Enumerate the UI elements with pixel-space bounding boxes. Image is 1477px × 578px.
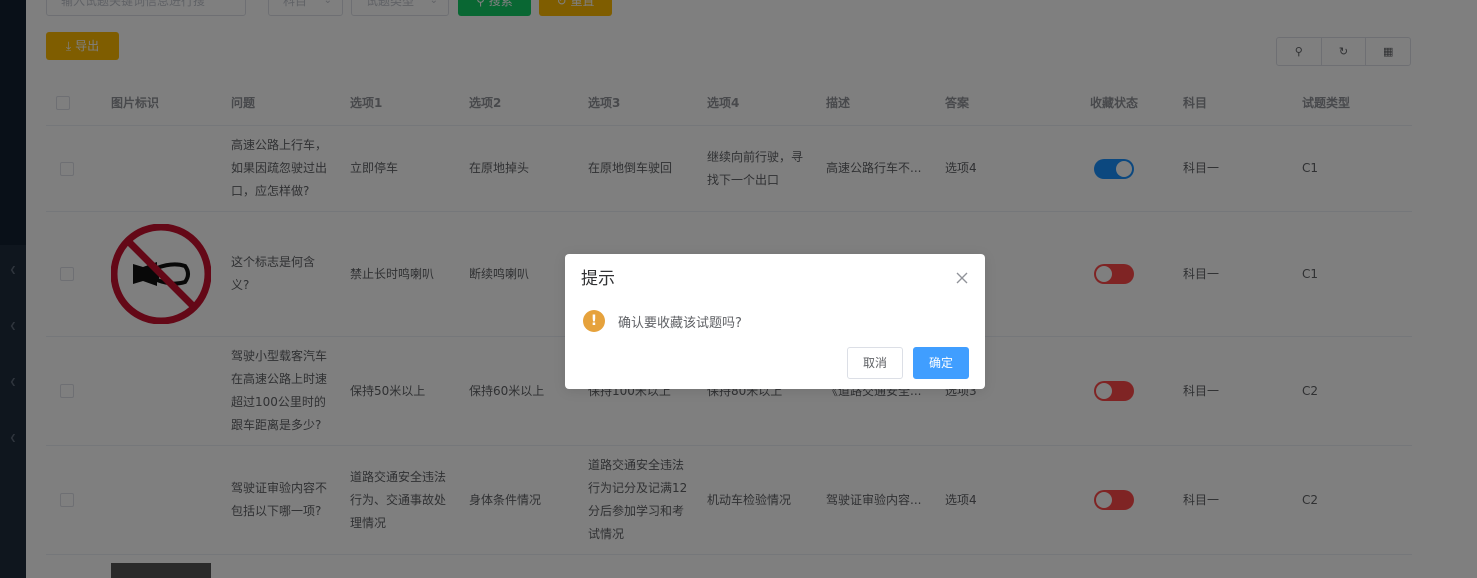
dialog-title: 提示 xyxy=(581,269,615,289)
dialog-message: 确认要收藏该试题吗? xyxy=(618,315,742,331)
warning-icon: ! xyxy=(583,310,605,332)
close-icon[interactable] xyxy=(955,268,969,290)
confirm-dialog: 提示 ! 确认要收藏该试题吗? 取消 确定 xyxy=(565,254,985,389)
confirm-button[interactable]: 确定 xyxy=(913,347,969,379)
dialog-body: ! 确认要收藏该试题吗? xyxy=(583,310,742,332)
cancel-button[interactable]: 取消 xyxy=(847,347,903,379)
